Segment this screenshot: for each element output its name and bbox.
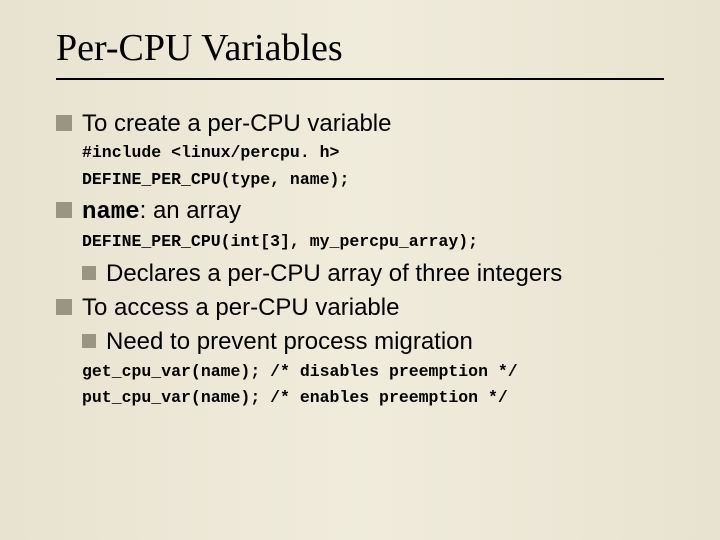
code-include: #include <linux/percpu. h> [82,142,664,164]
square-bullet-icon [82,334,96,348]
title-underline [56,78,664,80]
bullet-access: To access a per-CPU variable [56,292,664,324]
bullet-text-rest: : an array [140,197,241,224]
bullet-text: To access a per-CPU variable [82,292,664,324]
square-bullet-icon [56,115,72,131]
bullet-text: To create a per-CPU variable [82,108,664,140]
bullet-text: Declares a per-CPU array of three intege… [106,258,664,290]
code-define: DEFINE_PER_CPU(type, name); [82,169,664,191]
bullet-declares: Declares a per-CPU array of three intege… [82,258,664,290]
code-get-cpu-var: get_cpu_var(name); /* disables preemptio… [82,361,664,383]
slide-body: To create a per-CPU variable #include <l… [56,108,664,409]
code-inline-name: name [82,199,140,226]
code-put-cpu-var: put_cpu_var(name); /* enables preemption… [82,387,664,409]
square-bullet-icon [56,299,72,315]
bullet-name-array: name: an array [56,195,664,229]
code-define-array: DEFINE_PER_CPU(int[3], my_percpu_array); [82,231,664,253]
bullet-text: Need to prevent process migration [106,326,664,358]
square-bullet-icon [82,266,96,280]
bullet-prevent-migration: Need to prevent process migration [82,326,664,358]
square-bullet-icon [56,202,72,218]
bullet-create: To create a per-CPU variable [56,108,664,140]
bullet-text: name: an array [82,195,664,229]
slide-title: Per-CPU Variables [56,26,664,70]
